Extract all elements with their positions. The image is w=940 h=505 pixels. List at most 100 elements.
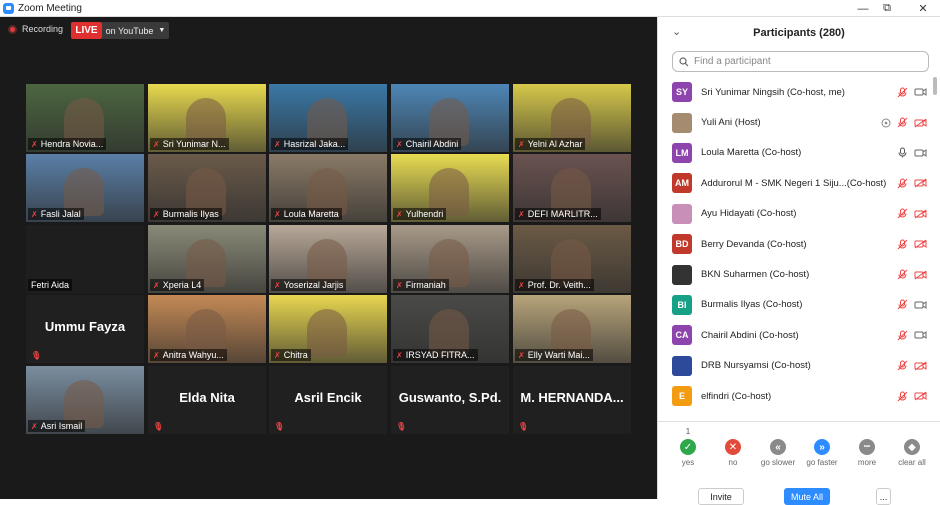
participant-name: Burmalis Ilyas (Co-host) <box>701 299 803 311</box>
video-tile[interactable]: ✗ Yelni Al Azhar <box>513 84 631 152</box>
video-tile[interactable]: Asril Encik 🎙 <box>269 366 387 434</box>
no-icon: ✕ <box>725 439 741 455</box>
mic-muted-icon[interactable] <box>897 360 908 371</box>
mic-muted-icon[interactable] <box>897 269 908 280</box>
participant-name: DRB Nursyamsi (Co-host) <box>701 360 811 372</box>
title-bar: Zoom Meeting — ⧉ ✕ <box>0 0 940 17</box>
reaction-go-slower[interactable]: « go slower <box>756 439 800 467</box>
mic-muted-icon[interactable] <box>897 299 908 310</box>
camera-on-icon[interactable] <box>914 148 927 158</box>
reaction-more[interactable]: ••• more <box>845 439 889 467</box>
video-tile[interactable]: ✗ Burmalis Ilyas <box>148 154 266 222</box>
participant-name-label: ✗ Hasrizal Jaka... <box>271 138 349 150</box>
video-tile[interactable]: ✗ Chitra <box>269 295 387 363</box>
mic-muted-icon[interactable] <box>897 391 908 402</box>
reaction-yes[interactable]: 1 ✓ yes <box>666 427 710 467</box>
reaction-label: no <box>728 458 738 467</box>
video-tile[interactable]: ✗ Yoserizal Jarjis <box>269 225 387 293</box>
reaction-label: clear all <box>898 458 926 467</box>
video-tile[interactable]: ✗ Loula Maretta <box>269 154 387 222</box>
participant-avatar <box>672 264 692 285</box>
video-tile[interactable]: ✗ Yulhendri <box>391 154 509 222</box>
participant-name-text: DEFI MARLITR... <box>527 209 598 219</box>
participant-row[interactable]: BD Berry Devanda (Co-host) <box>658 229 933 259</box>
mic-muted-icon[interactable] <box>897 330 908 341</box>
video-tile[interactable]: ✗ DEFI MARLITR... <box>513 154 631 222</box>
participant-name-label: ✗ Loula Maretta <box>271 208 342 220</box>
video-tile[interactable]: M. HERNANDA... 🎙 <box>513 366 631 434</box>
mute-all-button[interactable]: Mute All <box>784 488 830 505</box>
participant-row[interactable]: BKN Suharmen (Co-host) <box>658 259 933 289</box>
participant-name-text: Fetri Aida <box>31 280 70 290</box>
participant-avatar: LM <box>672 142 692 163</box>
video-tile[interactable]: ✗ Firmaniah <box>391 225 509 293</box>
participant-row[interactable]: CA Chairil Abdini (Co-host) <box>658 320 933 350</box>
live-badge[interactable]: LIVE <box>71 22 102 39</box>
participant-name-text: Fasli Jalal <box>40 209 81 219</box>
muted-mic-icon: ✗ <box>396 139 403 149</box>
video-tile[interactable]: Guswanto, S.Pd. 🎙 <box>391 366 509 434</box>
participant-name-text: Burmalis Ilyas <box>162 209 219 219</box>
video-tile[interactable]: ✗ Hasrizal Jaka... <box>269 84 387 152</box>
camera-on-icon[interactable] <box>914 330 927 340</box>
mic-muted-icon[interactable] <box>897 208 908 219</box>
camera-off-icon[interactable] <box>914 209 927 219</box>
video-tile[interactable]: ✗ Chairil Abdini <box>391 84 509 152</box>
window-title: Zoom Meeting <box>18 2 82 14</box>
participant-avatar <box>672 203 692 224</box>
participant-row[interactable]: Ayu Hidayati (Co-host) <box>658 199 933 229</box>
camera-on-icon[interactable] <box>914 87 927 97</box>
participant-name-text: Loula Maretta <box>283 209 339 219</box>
video-tile[interactable]: ✗ Xperia L4 <box>148 225 266 293</box>
video-tile[interactable]: ✗ Fasli Jalal <box>26 154 144 222</box>
participant-search-input[interactable]: Find a participant <box>672 51 929 72</box>
participant-name-text: Prof. Dr. Veith... <box>527 280 591 290</box>
camera-off-icon[interactable] <box>914 118 927 128</box>
more-options-button[interactable]: ... <box>876 488 891 505</box>
video-tile[interactable]: Ummu Fayza 🎙 <box>26 295 144 363</box>
restore-button[interactable]: ⧉ <box>872 0 902 17</box>
mic-muted-icon[interactable] <box>897 117 908 128</box>
participant-row[interactable]: AM Addurorul M - SMK Negeri 1 Siju...(Co-… <box>658 168 933 198</box>
reaction-no[interactable]: ✕ no <box>711 439 755 467</box>
participant-row[interactable]: Yuli Ani (Host) <box>658 107 933 137</box>
participant-row[interactable]: LM Loula Maretta (Co-host) <box>658 138 933 168</box>
zoom-logo-icon <box>3 2 14 14</box>
reaction-clear-all[interactable]: ◆ clear all <box>890 439 934 467</box>
mic-muted-icon[interactable] <box>897 87 908 98</box>
participant-name-text: Chairil Abdini <box>405 139 459 149</box>
invite-button[interactable]: Invite <box>698 488 744 505</box>
youtube-stream-dropdown[interactable]: on YouTube ▼ <box>102 22 169 39</box>
participant-name-text: Yulhendri <box>405 209 444 219</box>
close-button[interactable]: ✕ <box>908 0 938 17</box>
camera-off-icon[interactable] <box>914 178 927 188</box>
mic-muted-icon[interactable] <box>897 239 908 250</box>
video-tile[interactable]: ✗ Anitra Wahyu... <box>148 295 266 363</box>
camera-off-icon[interactable] <box>914 270 927 280</box>
video-tile[interactable]: ✗ Asri Ismail <box>26 366 144 434</box>
muted-mic-icon: ✗ <box>31 421 38 431</box>
camera-off-icon[interactable] <box>914 361 927 371</box>
video-tile[interactable]: ✗ Hendra Novia... <box>26 84 144 152</box>
participant-status-icons <box>897 269 927 280</box>
reaction-go-faster[interactable]: » go faster <box>800 439 844 467</box>
mic-muted-icon[interactable] <box>897 178 908 189</box>
camera-off-icon[interactable] <box>914 239 927 249</box>
camera-off-icon[interactable] <box>914 391 927 401</box>
video-tile[interactable]: Elda Nita 🎙 <box>148 366 266 434</box>
camera-on-icon[interactable] <box>914 300 927 310</box>
participant-row[interactable]: Eelfindri (Co-host) <box>658 381 933 411</box>
recording-indicator[interactable]: Recording <box>8 24 63 34</box>
participant-list-scrollbar[interactable] <box>933 77 937 95</box>
participant-row[interactable]: DRB Nursyamsi (Co-host) <box>658 351 933 381</box>
participant-status-icons <box>897 330 927 341</box>
video-tile[interactable]: ✗ IRSYAD FITRA... <box>391 295 509 363</box>
video-tile[interactable]: ✗ Prof. Dr. Veith... <box>513 225 631 293</box>
mic-on-icon[interactable] <box>897 147 908 158</box>
search-placeholder: Find a participant <box>694 56 771 67</box>
participant-row[interactable]: SY Sri Yunimar Ningsih (Co-host, me) <box>658 77 933 107</box>
participant-row[interactable]: BI Burmalis Ilyas (Co-host) <box>658 290 933 320</box>
video-tile[interactable]: Fetri Aida <box>26 225 144 293</box>
video-tile[interactable]: ✗ Sri Yunimar N... <box>148 84 266 152</box>
video-tile[interactable]: ✗ Elly Warti Mai... <box>513 295 631 363</box>
